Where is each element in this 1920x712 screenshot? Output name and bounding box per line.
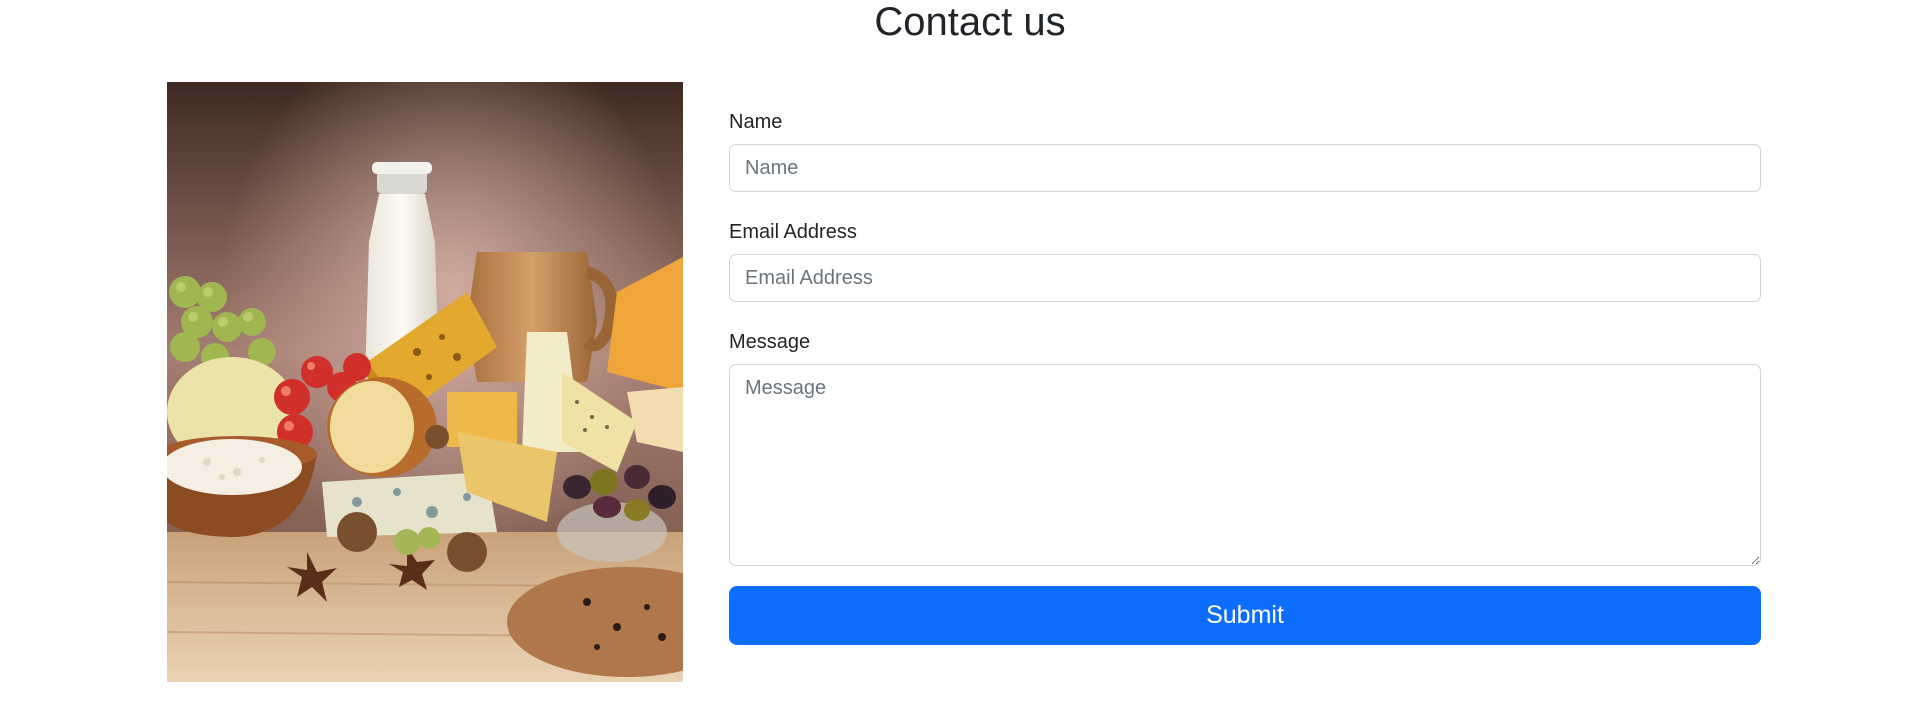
name-input[interactable]	[729, 144, 1761, 192]
submit-button[interactable]: Submit	[729, 586, 1761, 645]
email-input[interactable]	[729, 254, 1761, 302]
message-textarea[interactable]	[729, 364, 1761, 566]
message-label: Message	[729, 331, 811, 353]
email-label: Email Address	[729, 221, 857, 243]
dairy-products-image	[167, 82, 683, 682]
contact-form: Name Email Address Message Submit	[729, 110, 1761, 645]
name-label: Name	[729, 111, 783, 133]
dairy-products-illustration	[167, 82, 683, 682]
page-title: Contact us	[874, 0, 1066, 44]
